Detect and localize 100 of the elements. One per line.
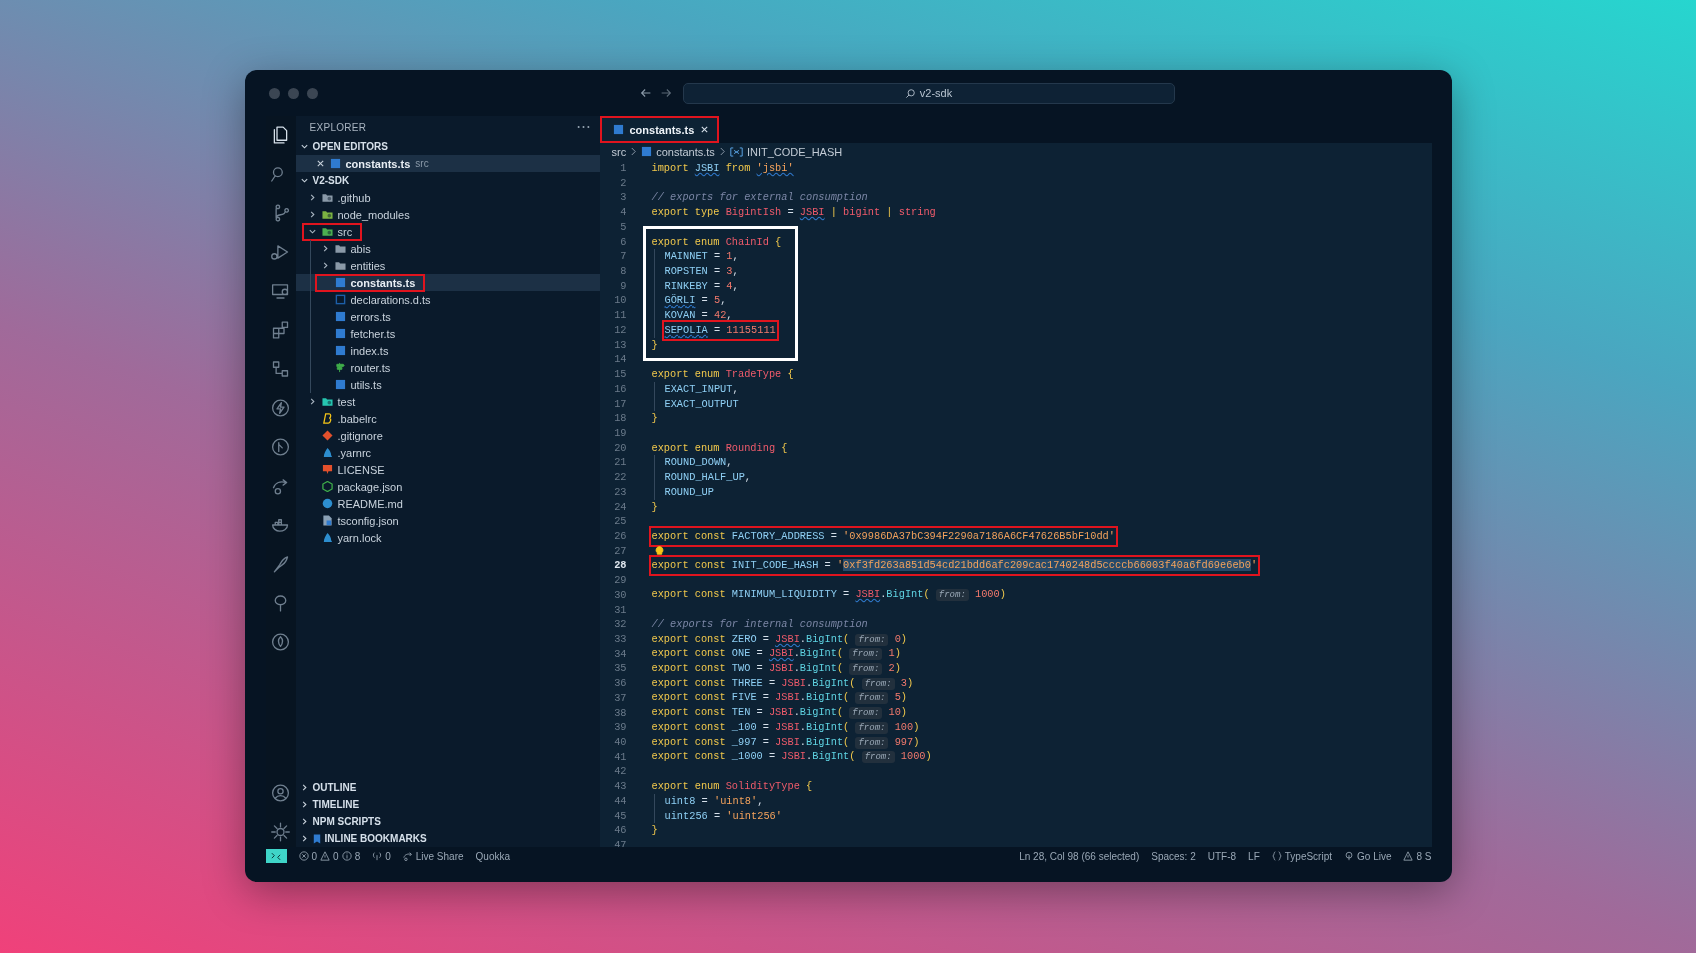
section-title: OPEN EDITORS [312,141,388,152]
file-name: src [337,225,353,238]
line-ending-status[interactable]: LF [1248,850,1260,862]
close-icon[interactable] [315,159,325,168]
file-icon [334,379,346,390]
nodes-icon[interactable] [270,358,291,380]
file-name: fetcher.ts [350,327,396,340]
panel-header[interactable]: OUTLINE [295,779,600,796]
remote-button[interactable] [265,849,287,863]
tree-item[interactable]: test [295,393,600,410]
more-icon[interactable] [576,125,590,129]
tree-item[interactable]: .babelrc [295,410,600,427]
quokka-status[interactable]: Quokka [475,850,511,862]
tree-item[interactable]: .github [295,189,600,206]
lightbulb-icon[interactable] [654,545,664,557]
tree-item[interactable]: constants.ts [295,274,600,291]
tree-item[interactable]: yarn.lock [295,529,600,546]
tree-item[interactable]: index.ts [295,342,600,359]
go-live-button[interactable]: Go Live [1344,850,1392,862]
line-number: 17 [613,396,627,412]
file-name: constants.ts [345,157,411,170]
tree-item[interactable]: node_modules [295,206,600,223]
tree-item[interactable]: abis [295,240,600,257]
close-icon[interactable] [700,125,710,134]
tree-item[interactable]: src [295,223,600,240]
tree-item[interactable]: router.ts [295,359,600,376]
file-icon [321,413,333,424]
line-number: 18 [613,411,627,426]
line-number: 29 [613,573,627,588]
line-number: 34 [613,646,627,662]
status-text: TypeScript [1284,850,1332,862]
warning-icon [320,851,331,861]
status-text: Go Live [1357,850,1392,862]
warning-icon [1403,851,1414,861]
breadcrumb-item[interactable]: INIT_CODE_HASH [746,145,843,158]
braces-icon [1271,851,1282,861]
panel-header[interactable]: INLINE BOOKMARKS [295,830,600,847]
tree-item[interactable]: declarations.d.ts [295,291,600,308]
code-line: export const MINIMUM_LIQUIDITY = JSBI.BigInt( from: 1000) [651,587,1006,604]
problems-status[interactable]: 0 0 8 [298,850,361,862]
tree-item[interactable]: entities [295,257,600,274]
cursor-position[interactable]: Ln 28, Col 98 (66 selected) [1019,850,1140,862]
typescript-file-icon [641,146,653,157]
search-icon [904,87,916,99]
line-number: 32 [613,617,627,632]
tree-item[interactable]: LICENSE [295,461,600,478]
tree-item[interactable]: .yarnrc [295,444,600,461]
live-share-button[interactable]: Live Share [402,850,464,862]
indentation-status[interactable]: Spaces: 2 [1151,850,1196,862]
chevron-icon [299,176,309,185]
breadcrumb-item[interactable]: constants.ts [656,145,715,158]
command-search-field[interactable]: v2-sdk [682,82,1175,104]
section-header[interactable]: V2-SDK [295,172,600,189]
line-number: 19 [613,425,627,441]
tree-item[interactable]: fetcher.ts [295,325,600,342]
encoding-status[interactable]: UTF-8 [1207,850,1237,862]
tree-item[interactable]: README.md [295,495,600,512]
code-line: import JSBI from 'jsbi' [651,161,794,176]
account-icon[interactable] [270,782,291,804]
line-number: 30 [613,587,627,603]
file-name: utils.ts [350,378,382,391]
tree-item[interactable]: utils.ts [295,376,600,393]
line-number: 45 [613,808,627,824]
code-line: } [651,337,658,353]
notifications-status[interactable]: 8 S [1403,850,1432,862]
code-line: EXACT_OUTPUT [664,396,739,412]
code-line: ROUND_UP [664,484,714,500]
panel-title: TIMELINE [312,799,360,810]
panel-header[interactable]: NPM SCRIPTS [295,813,600,830]
bolt-icon[interactable] [270,397,291,419]
line-number: 10 [613,293,627,309]
tree-item[interactable]: .gitignore [295,427,600,444]
file-name: README.md [337,497,403,510]
language-mode[interactable]: TypeScript [1271,850,1332,862]
folder-icon [321,209,333,220]
file-icon [321,430,333,441]
back-arrow-icon[interactable] [638,86,653,100]
section-header[interactable]: OPEN EDITORS [295,138,600,155]
file-name: tsconfig.json [337,514,399,527]
file-icon [321,515,333,526]
code-line: export const _1000 = JSBI.BigInt( from: 1000) [651,749,932,765]
line-number: 2 [619,175,627,191]
open-editor-item[interactable]: constants.ts src [295,155,600,172]
tree-item[interactable]: tsconfig.json [295,512,600,529]
line-number: 14 [613,352,627,368]
editor-tab[interactable]: constants.ts [599,116,720,143]
line-number: 46 [613,823,627,839]
breadcrumb-item[interactable]: src [611,145,627,158]
panel-title: OUTLINE [312,782,357,793]
line-number: 3 [619,190,627,206]
panel-header[interactable]: TIMELINE [295,796,600,813]
bookmark-icon [312,833,321,844]
tree-item[interactable]: package.json [295,478,600,495]
file-icon [334,294,346,305]
warning-count: 0 [333,850,339,862]
blocks-icon[interactable] [270,319,291,341]
gear-icon[interactable] [270,821,291,843]
tree-item[interactable]: errors.ts [295,308,600,325]
code-line: ROUND_DOWN, [664,455,733,471]
ports-status[interactable]: 0 [372,850,391,862]
